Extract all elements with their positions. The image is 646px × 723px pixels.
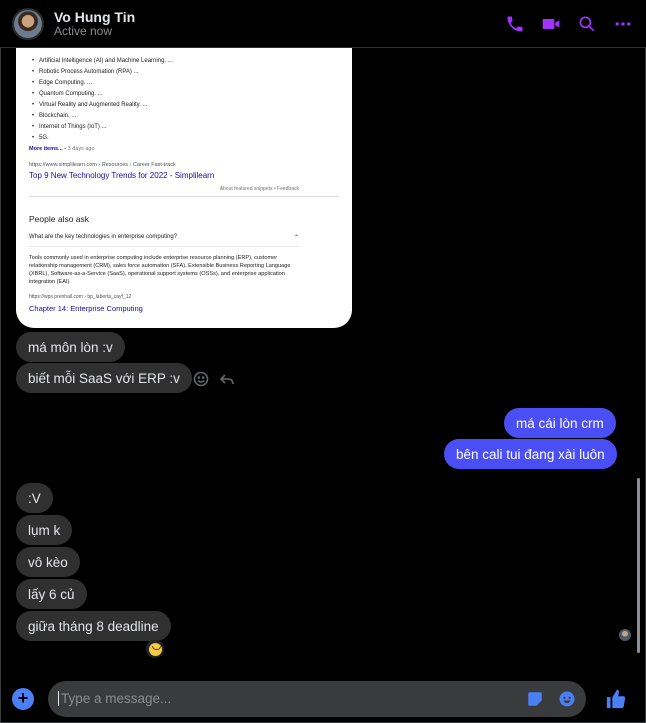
preview-source-url: https://www.simplilearn.com › Resources … [29, 162, 176, 168]
header-actions [504, 13, 634, 35]
shared-screenshot-message[interactable]: Artificial Intelligence (AI) and Machine… [16, 48, 352, 328]
message-bubble-incoming[interactable]: biết mỗi SaaS với ERP :v [16, 363, 192, 393]
message-bubble-incoming[interactable]: lụm k [16, 515, 73, 545]
reply-icon[interactable] [219, 371, 235, 392]
preview-result-title: Top 9 New Technology Trends for 2022 - S… [29, 171, 215, 180]
list-item: Artificial Intelligence (AI) and Machine… [29, 56, 339, 67]
preview-feedback: About featured snippets • Feedback [29, 186, 339, 197]
preview-answer-title: Chapter 14: Enterprise Computing [29, 304, 143, 313]
chevron-up-icon: ⌃ [293, 235, 299, 241]
list-item: Quantum Computing. ... [29, 89, 339, 100]
reaction-face [148, 642, 162, 656]
message-bubble-incoming[interactable]: vô kèo [16, 547, 80, 577]
add-attachment-button[interactable]: + [12, 687, 34, 710]
list-item: Edge Computing. ... [29, 78, 339, 89]
composer: + [0, 674, 646, 723]
conversation-header: Vo Hung Tin Active now [0, 0, 646, 48]
phone-icon[interactable] [504, 13, 526, 35]
preview-question: What are the key technologies in enterpr… [29, 234, 299, 247]
search-icon[interactable] [576, 13, 598, 35]
list-item: Robotic Process Automation (RPA) ... [29, 67, 339, 78]
question-text: What are the key technologies in enterpr… [29, 234, 178, 240]
list-item: Internet of Things (IoT) ... [29, 122, 339, 133]
message-bubble-incoming[interactable]: :V [16, 483, 53, 513]
message-bubble-incoming[interactable]: giữa tháng 8 deadline [16, 611, 171, 641]
more-items-time: • 3 days ago [64, 146, 95, 152]
contact-name: Vo Hung Tin [54, 8, 136, 25]
list-item: Virtual Reality and Augmented Reality. .… [29, 100, 339, 111]
message-actions [193, 371, 235, 392]
message-bubble-incoming[interactable]: lấy 6 củ [16, 579, 87, 609]
contact-status: Active now [54, 23, 113, 38]
message-bubble-outgoing[interactable]: má cái lòn crm [504, 408, 616, 438]
preview-answer: Tools commonly used in enterprise comput… [29, 255, 291, 285]
chat-scrollbar[interactable] [637, 478, 640, 653]
contact-avatar[interactable] [12, 7, 44, 40]
message-bubble-outgoing[interactable]: bên cali tui đang xài luôn [444, 439, 617, 469]
react-smiley-icon[interactable] [193, 371, 209, 392]
preview-people-also-ask: People also ask [29, 214, 90, 224]
more-icon[interactable] [612, 13, 634, 35]
preview-more-items: More items... • 3 days ago [29, 146, 339, 152]
emoji-icon[interactable] [556, 688, 578, 710]
more-items-label: More items... [29, 146, 63, 152]
preview-trend-list: Artificial Intelligence (AI) and Machine… [29, 56, 339, 144]
thumbs-up-icon[interactable] [604, 687, 628, 711]
message-input-wrapper [48, 680, 586, 717]
message-list[interactable]: Artificial Intelligence (AI) and Machine… [0, 48, 646, 674]
preview-answer-source: https://wps.prenhall.com › bp_laberta_ca… [29, 294, 132, 300]
contact-info[interactable]: Vo Hung Tin Active now [54, 9, 135, 39]
video-icon[interactable] [540, 13, 562, 35]
reaction-emoji-icon[interactable] [146, 640, 164, 658]
message-input[interactable] [58, 691, 514, 706]
seen-indicator-avatar [619, 629, 631, 641]
message-bubble-incoming[interactable]: má môn lòn :v [16, 332, 125, 362]
list-item: Blockchain. ... [29, 111, 339, 122]
list-item: 5G. [29, 133, 339, 144]
sticker-icon[interactable] [524, 688, 546, 710]
